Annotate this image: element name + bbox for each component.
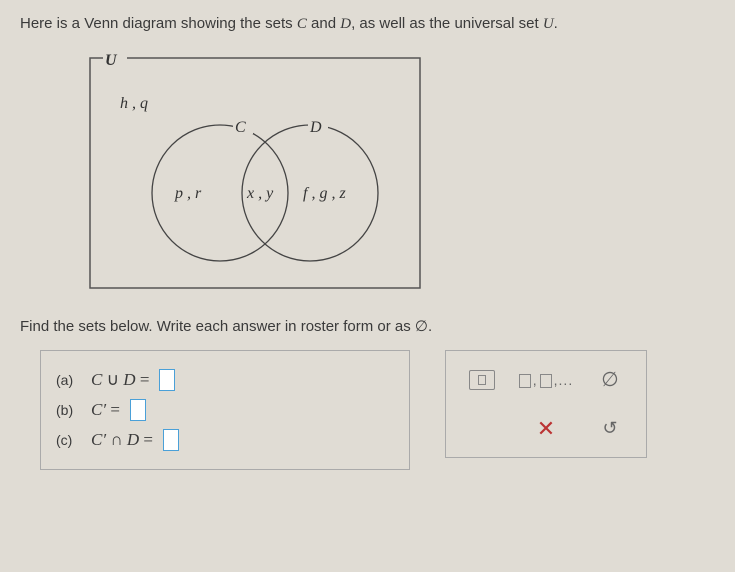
tool-clear[interactable]: ✕ xyxy=(516,406,576,451)
u-label: U xyxy=(105,52,118,69)
tool-blank xyxy=(452,406,512,451)
region-outside: h , q xyxy=(120,95,148,112)
intro-text: Here is a Venn diagram showing the sets … xyxy=(20,15,715,33)
d-label: D xyxy=(309,119,322,136)
c-label: C xyxy=(235,119,246,136)
venn-diagram: U C D h , q p , r x , y f , g , z xyxy=(75,43,715,307)
answers-box: (a) C ∪ D = (b) C′ = (c) C′ ∩ D = xyxy=(40,350,410,470)
answer-c: (c) C′ ∩ D = xyxy=(56,429,389,451)
input-c[interactable] xyxy=(163,429,179,451)
tool-set-braces[interactable] xyxy=(452,357,512,402)
tool-reset[interactable]: ↺ xyxy=(580,406,640,451)
region-d-only: f , g , z xyxy=(303,185,346,202)
prompt-text: Find the sets below. Write each answer i… xyxy=(20,317,715,335)
input-b[interactable] xyxy=(130,399,146,421)
input-a[interactable] xyxy=(159,369,175,391)
region-intersection: x , y xyxy=(246,185,274,202)
tool-roster-list[interactable]: ,,... xyxy=(516,357,576,402)
region-c-only: p , r xyxy=(174,185,202,202)
toolbox: ,,... ∅ ✕ ↺ xyxy=(445,350,647,458)
tool-empty-set[interactable]: ∅ xyxy=(580,357,640,402)
answer-b: (b) C′ = xyxy=(56,399,389,421)
answer-a: (a) C ∪ D = xyxy=(56,369,389,391)
